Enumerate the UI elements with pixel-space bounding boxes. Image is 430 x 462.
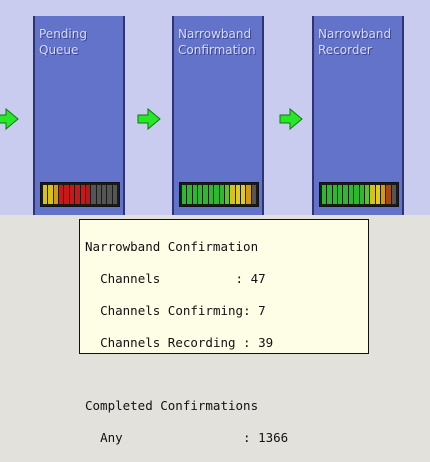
arrow-right-icon <box>279 107 303 131</box>
stage-title-line: Recorder <box>318 43 372 57</box>
level-meter <box>40 182 120 207</box>
tooltip-spacer <box>85 367 363 382</box>
tooltip-section-title: Completed Confirmations <box>85 398 259 413</box>
tooltip-value: 47 <box>250 271 266 286</box>
stage-title-line: Narrowband <box>318 27 392 41</box>
tooltip-label: Any <box>100 430 123 445</box>
tooltip-section-title: Narrowband Confirmation <box>85 239 259 254</box>
stage-title-line: Narrowband <box>178 27 252 41</box>
stage-narrowband-confirmation[interactable]: Narrowband Confirmation <box>172 16 264 215</box>
stage-title: Narrowband Recorder <box>318 26 398 58</box>
stats-tooltip: Narrowband Confirmation Channels : 47 Ch… <box>79 219 369 445</box>
tooltip-row-channels: Channels : 47 <box>100 271 266 286</box>
tooltip-row-recording: Channels Recording : 39 <box>100 335 274 350</box>
tooltip-row-any: Any : 1366 <box>100 430 289 445</box>
stage-title: Narrowband Confirmation <box>178 26 258 58</box>
tooltip-value: 39 <box>258 335 274 350</box>
tooltip-value: 1366 <box>258 430 289 445</box>
tooltip-label: Channels Recording <box>100 335 236 350</box>
level-meter <box>179 182 259 207</box>
stage-pending-queue[interactable]: Pending Queue <box>33 16 125 215</box>
arrow-right-icon <box>0 107 19 131</box>
arrow-right-icon <box>137 107 161 131</box>
tooltip-label: Channels Confirming <box>100 303 244 318</box>
level-meter <box>319 182 399 207</box>
stage-narrowband-recorder[interactable]: Narrowband Recorder <box>312 16 404 215</box>
tooltip-value: 7 <box>258 303 266 318</box>
tooltip-label: Channels <box>100 271 161 286</box>
stage-title: Pending Queue <box>39 26 119 58</box>
stage-title-line: Confirmation <box>178 43 256 57</box>
stage-title-line: Pending <box>39 27 87 41</box>
tooltip-row-confirming: Channels Confirming: 7 <box>100 303 266 318</box>
stage-title-line: Queue <box>39 43 79 57</box>
